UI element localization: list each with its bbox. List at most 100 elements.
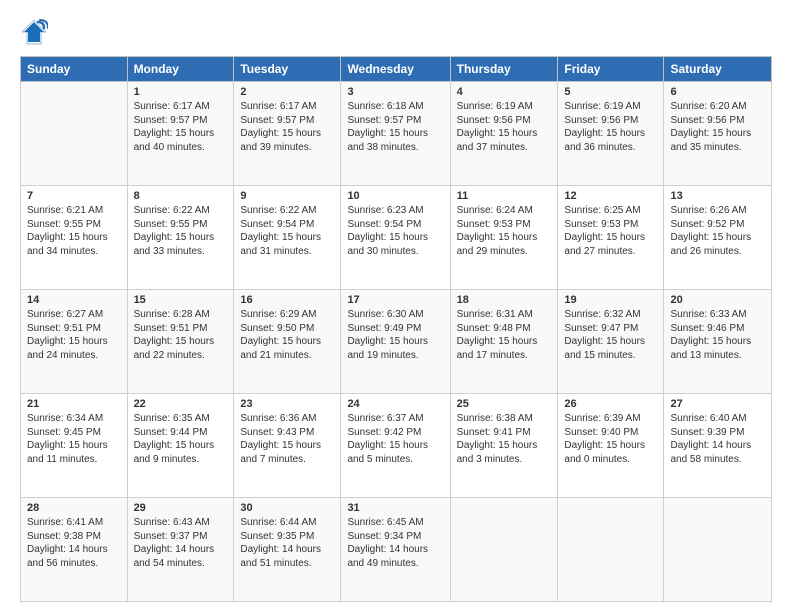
cell-info: Sunrise: 6:33 AMSunset: 9:46 PMDaylight:… [670,308,765,362]
table-cell: 6 Sunrise: 6:20 AMSunset: 9:56 PMDaylight… [664,82,772,186]
cell-info: Sunrise: 6:41 AMSunset: 9:38 PMDaylight:… [27,516,121,570]
table-cell: 10 Sunrise: 6:23 AMSunset: 9:54 PMDayligh… [341,186,450,290]
cell-info: Sunrise: 6:38 AMSunset: 9:41 PMDaylight:… [457,412,552,466]
day-number: 4 [457,86,552,98]
day-number: 29 [134,502,228,514]
day-number: 27 [670,398,765,410]
cell-info: Sunrise: 6:22 AMSunset: 9:55 PMDaylight:… [134,204,228,258]
cell-info: Sunrise: 6:18 AMSunset: 9:57 PMDaylight:… [347,100,443,154]
table-row: 28 Sunrise: 6:41 AMSunset: 9:38 PMDayligh… [21,498,772,602]
day-number: 18 [457,294,552,306]
table-cell: 7 Sunrise: 6:21 AMSunset: 9:55 PMDaylight… [21,186,128,290]
cell-info: Sunrise: 6:17 AMSunset: 9:57 PMDaylight:… [134,100,228,154]
day-number: 24 [347,398,443,410]
cell-info: Sunrise: 6:28 AMSunset: 9:51 PMDaylight:… [134,308,228,362]
day-number: 19 [564,294,657,306]
cell-info: Sunrise: 6:32 AMSunset: 9:47 PMDaylight:… [564,308,657,362]
col-friday: Friday [558,57,664,82]
table-cell: 26Sunrise: 6:39 AMSunset: 9:40 PMDayligh… [558,394,664,498]
table-cell: 11 Sunrise: 6:24 AMSunset: 9:53 PMDayligh… [450,186,558,290]
table-row: 1 Sunrise: 6:17 AMSunset: 9:57 PMDaylight… [21,82,772,186]
col-thursday: Thursday [450,57,558,82]
table-cell: 31 Sunrise: 6:45 AMSunset: 9:34 PMDayligh… [341,498,450,602]
day-number: 17 [347,294,443,306]
col-monday: Monday [127,57,234,82]
table-cell: 18 Sunrise: 6:31 AMSunset: 9:48 PMDayligh… [450,290,558,394]
table-cell: 13Sunrise: 6:26 AMSunset: 9:52 PMDayligh… [664,186,772,290]
col-sunday: Sunday [21,57,128,82]
cell-info: Sunrise: 6:23 AMSunset: 9:54 PMDaylight:… [347,204,443,258]
table-cell: 28 Sunrise: 6:41 AMSunset: 9:38 PMDayligh… [21,498,128,602]
cell-info: Sunrise: 6:20 AMSunset: 9:56 PMDaylight:… [670,100,765,154]
table-cell: 22 Sunrise: 6:35 AMSunset: 9:44 PMDayligh… [127,394,234,498]
table-cell: 3 Sunrise: 6:18 AMSunset: 9:57 PMDaylight… [341,82,450,186]
cell-info: Sunrise: 6:19 AMSunset: 9:56 PMDaylight:… [457,100,552,154]
day-number: 13 [670,190,765,202]
table-cell: 27Sunrise: 6:40 AMSunset: 9:39 PMDayligh… [664,394,772,498]
day-number: 2 [240,86,334,98]
col-saturday: Saturday [664,57,772,82]
table-cell: 14Sunrise: 6:27 AMSunset: 9:51 PMDayligh… [21,290,128,394]
day-number: 10 [347,190,443,202]
table-cell: 15 Sunrise: 6:28 AMSunset: 9:51 PMDayligh… [127,290,234,394]
day-number: 30 [240,502,334,514]
day-number: 21 [27,398,121,410]
table-cell: 24 Sunrise: 6:37 AMSunset: 9:42 PMDayligh… [341,394,450,498]
cell-info: Sunrise: 6:34 AMSunset: 9:45 PMDaylight:… [27,412,121,466]
day-number: 23 [240,398,334,410]
cell-info: Sunrise: 6:24 AMSunset: 9:53 PMDaylight:… [457,204,552,258]
logo-icon [20,18,48,46]
cell-info: Sunrise: 6:36 AMSunset: 9:43 PMDaylight:… [240,412,334,466]
day-number: 26 [564,398,657,410]
header [20,18,772,46]
cell-info: Sunrise: 6:30 AMSunset: 9:49 PMDaylight:… [347,308,443,362]
table-row: 21 Sunrise: 6:34 AMSunset: 9:45 PMDayligh… [21,394,772,498]
table-cell: 2 Sunrise: 6:17 AMSunset: 9:57 PMDaylight… [234,82,341,186]
day-number: 3 [347,86,443,98]
day-number: 11 [457,190,552,202]
day-number: 16 [240,294,334,306]
day-number: 7 [27,190,121,202]
calendar-body: 1 Sunrise: 6:17 AMSunset: 9:57 PMDaylight… [21,82,772,602]
table-cell: 8 Sunrise: 6:22 AMSunset: 9:55 PMDaylight… [127,186,234,290]
cell-info: Sunrise: 6:22 AMSunset: 9:54 PMDaylight:… [240,204,334,258]
table-row: 7 Sunrise: 6:21 AMSunset: 9:55 PMDaylight… [21,186,772,290]
table-cell: 5Sunrise: 6:19 AMSunset: 9:56 PMDaylight… [558,82,664,186]
calendar-table: Sunday Monday Tuesday Wednesday Thursday… [20,56,772,602]
col-tuesday: Tuesday [234,57,341,82]
table-cell: 19 Sunrise: 6:32 AMSunset: 9:47 PMDayligh… [558,290,664,394]
day-number: 9 [240,190,334,202]
page: Sunday Monday Tuesday Wednesday Thursday… [0,0,792,612]
cell-info: Sunrise: 6:44 AMSunset: 9:35 PMDaylight:… [240,516,334,570]
table-cell: 23 Sunrise: 6:36 AMSunset: 9:43 PMDayligh… [234,394,341,498]
table-cell: 20 Sunrise: 6:33 AMSunset: 9:46 PMDayligh… [664,290,772,394]
table-cell [558,498,664,602]
table-cell: 4 Sunrise: 6:19 AMSunset: 9:56 PMDaylight… [450,82,558,186]
day-number: 22 [134,398,228,410]
cell-info: Sunrise: 6:35 AMSunset: 9:44 PMDaylight:… [134,412,228,466]
day-number: 6 [670,86,765,98]
logo [20,18,52,46]
day-number: 8 [134,190,228,202]
day-number: 31 [347,502,443,514]
day-number: 15 [134,294,228,306]
table-cell: 17 Sunrise: 6:30 AMSunset: 9:49 PMDayligh… [341,290,450,394]
table-cell: 21 Sunrise: 6:34 AMSunset: 9:45 PMDayligh… [21,394,128,498]
day-number: 20 [670,294,765,306]
day-number: 12 [564,190,657,202]
day-number: 1 [134,86,228,98]
cell-info: Sunrise: 6:31 AMSunset: 9:48 PMDaylight:… [457,308,552,362]
table-cell: 25Sunrise: 6:38 AMSunset: 9:41 PMDayligh… [450,394,558,498]
table-cell: 9 Sunrise: 6:22 AMSunset: 9:54 PMDaylight… [234,186,341,290]
cell-info: Sunrise: 6:25 AMSunset: 9:53 PMDaylight:… [564,204,657,258]
table-row: 14Sunrise: 6:27 AMSunset: 9:51 PMDayligh… [21,290,772,394]
table-cell: 12 Sunrise: 6:25 AMSunset: 9:53 PMDayligh… [558,186,664,290]
table-cell [450,498,558,602]
table-cell [664,498,772,602]
cell-info: Sunrise: 6:17 AMSunset: 9:57 PMDaylight:… [240,100,334,154]
cell-info: Sunrise: 6:21 AMSunset: 9:55 PMDaylight:… [27,204,121,258]
cell-info: Sunrise: 6:45 AMSunset: 9:34 PMDaylight:… [347,516,443,570]
table-cell: 30 Sunrise: 6:44 AMSunset: 9:35 PMDayligh… [234,498,341,602]
cell-info: Sunrise: 6:37 AMSunset: 9:42 PMDaylight:… [347,412,443,466]
day-number: 28 [27,502,121,514]
